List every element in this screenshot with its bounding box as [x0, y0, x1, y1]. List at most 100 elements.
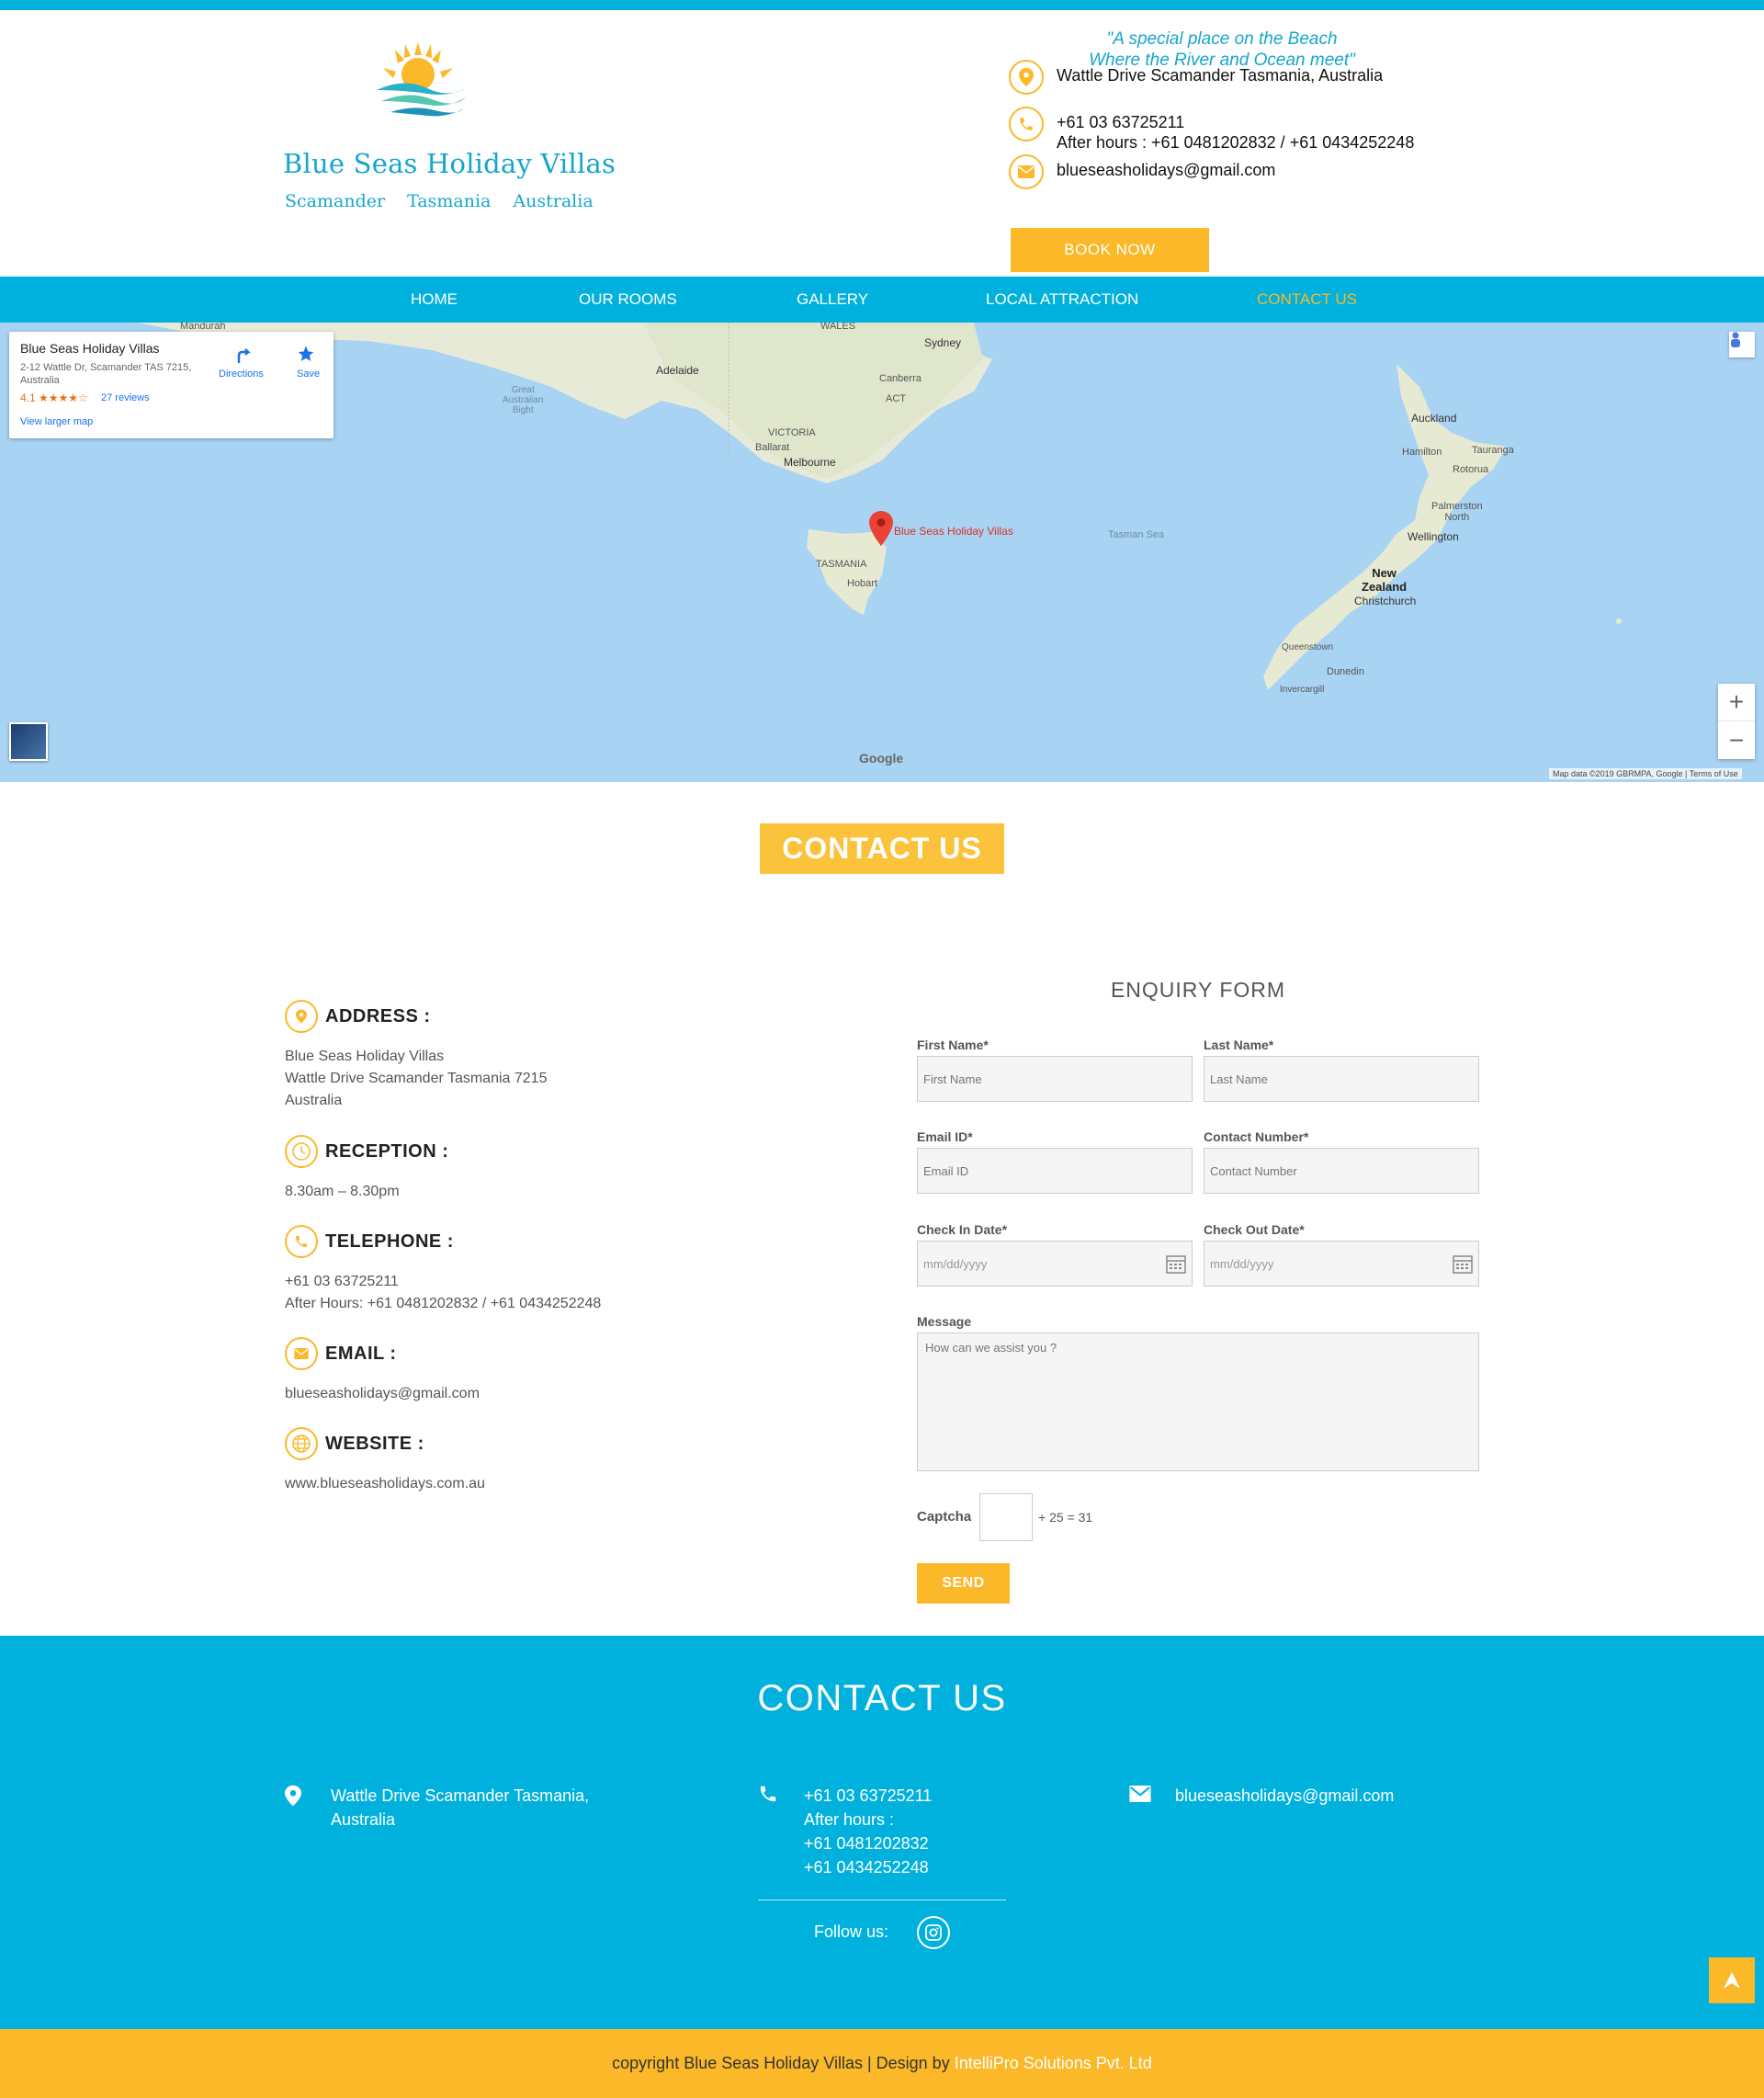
- street-view-pegman-icon[interactable]: [1729, 332, 1755, 357]
- header-email: blueseasholidays@gmail.com: [1009, 154, 1275, 189]
- logo-subtitle: Scamander Tasmania Australia: [285, 191, 610, 211]
- nav-home[interactable]: HOME: [411, 290, 458, 309]
- nav-local-attraction[interactable]: LOCAL ATTRACTION: [986, 290, 1138, 309]
- address-line-2: Wattle Drive Scamander Tasmania 7215: [285, 1071, 548, 1086]
- last-name-input[interactable]: [1204, 1056, 1479, 1102]
- location-pin-icon: [1009, 60, 1044, 95]
- check-in-date-input[interactable]: mm/dd/yyyy: [917, 1241, 1193, 1287]
- view-larger-map-link[interactable]: View larger map: [20, 416, 93, 427]
- message-textarea[interactable]: [917, 1333, 1479, 1471]
- captcha-input[interactable]: [979, 1493, 1033, 1541]
- map-label-victoria: VICTORIA: [768, 427, 816, 438]
- site-logo[interactable]: Blue Seas Holiday Villas Scamander Tasma…: [276, 33, 616, 217]
- map-label-tasmania: TASMANIA: [816, 559, 867, 570]
- logo-sub-australia: Australia: [513, 191, 594, 211]
- check-out-label: Check Out Date*: [1204, 1222, 1305, 1237]
- reception-hours: 8.30am – 8.30pm: [285, 1184, 400, 1199]
- footer-phone-line-4[interactable]: +61 0434252248: [804, 1855, 932, 1879]
- map-marker-icon[interactable]: [869, 511, 893, 546]
- header-after-hours: After hours : +61 0481202832 / +61 04342…: [1057, 133, 1415, 152]
- contact-number-input[interactable]: [1204, 1148, 1479, 1194]
- map-label-great-bight: Great Australian Bight: [503, 385, 544, 415]
- google-map[interactable]: Blue Seas Holiday Villas 2-12 Wattle Dr,…: [0, 323, 1764, 782]
- check-out-date-input[interactable]: mm/dd/yyyy: [1204, 1241, 1479, 1287]
- footer-phone-line-3[interactable]: +61 0481202832: [804, 1831, 932, 1855]
- logo-sub-scamander: Scamander: [285, 191, 386, 211]
- map-label-melbourne: Melbourne: [784, 456, 836, 469]
- map-label-ballarat: Ballarat: [755, 442, 790, 453]
- logo-title: Blue Seas Holiday Villas: [283, 148, 616, 179]
- instagram-icon[interactable]: [917, 1916, 950, 1949]
- email-input[interactable]: [917, 1148, 1193, 1194]
- nav-contact-us[interactable]: CONTACT US: [1257, 290, 1357, 309]
- footer-phone-line-1[interactable]: +61 03 63725211: [804, 1784, 932, 1808]
- footer-address: Wattle Drive Scamander Tasmania, Austral…: [285, 1784, 589, 1831]
- map-place-name: Blue Seas Holiday Villas: [20, 341, 160, 356]
- nav-gallery[interactable]: GALLERY: [797, 290, 868, 309]
- first-name-input[interactable]: [917, 1056, 1193, 1102]
- telephone-line-1[interactable]: +61 03 63725211: [285, 1271, 601, 1293]
- map-label-wellington: Wellington: [1408, 530, 1459, 543]
- map-label-canberra: Canberra: [879, 373, 922, 384]
- send-button[interactable]: SEND: [917, 1563, 1010, 1604]
- message-label: Message: [917, 1314, 972, 1329]
- mail-icon: [1009, 154, 1044, 189]
- map-place-card: Blue Seas Holiday Villas 2-12 Wattle Dr,…: [9, 332, 334, 438]
- info-reception: RECEPTION : 8.30am – 8.30pm: [285, 1135, 448, 1203]
- footer-contact-title: CONTACT US: [757, 1678, 1007, 1718]
- map-attribution[interactable]: Map data ©2019 GBRMPA, Google | Terms of…: [1549, 768, 1742, 779]
- email-heading: EMAIL :: [325, 1343, 397, 1364]
- nav-our-rooms[interactable]: OUR ROOMS: [579, 290, 677, 309]
- reception-heading: RECEPTION :: [325, 1140, 449, 1162]
- logo-sub-tasmania: Tasmania: [407, 191, 492, 211]
- save-link[interactable]: Save: [297, 369, 320, 380]
- designer-link[interactable]: IntelliPro Solutions Pvt. Ltd: [955, 2054, 1152, 2072]
- calendar-icon[interactable]: [1166, 1253, 1186, 1274]
- map-label-wales: WALES: [820, 323, 856, 332]
- satellite-toggle[interactable]: [9, 722, 48, 761]
- map-label-rotorua: Rotorua: [1453, 464, 1489, 475]
- address-line-1: Blue Seas Holiday Villas: [285, 1049, 445, 1064]
- email-label: Email ID*: [917, 1129, 973, 1144]
- map-label-act: ACT: [886, 393, 906, 404]
- map-reviews-link[interactable]: 27 reviews: [101, 392, 150, 403]
- main-nav: HOME OUR ROOMS GALLERY LOCAL ATTRACTION …: [0, 277, 1764, 323]
- telephone-line-2: After Hours: +61 0481202832 / +61 043425…: [285, 1296, 602, 1311]
- follow-us-label: Follow us:: [814, 1922, 889, 1941]
- map-label-sydney: Sydney: [924, 336, 962, 349]
- website-url[interactable]: www.blueseasholidays.com.au: [285, 1473, 485, 1495]
- address-heading: ADDRESS :: [325, 1005, 431, 1026]
- star-save-icon[interactable]: [297, 345, 315, 363]
- map-label-tauranga: Tauranga: [1472, 445, 1514, 456]
- footer-email-text[interactable]: blueseasholidays@gmail.com: [1175, 1784, 1394, 1809]
- calendar-icon[interactable]: [1453, 1253, 1473, 1274]
- back-to-top-button[interactable]: [1709, 1957, 1755, 2003]
- directions-icon[interactable]: [235, 346, 254, 365]
- map-label-invercargill: Invercargill: [1280, 685, 1325, 695]
- phone-icon: [758, 1784, 786, 1879]
- map-marker-label[interactable]: Blue Seas Holiday Villas: [894, 525, 1013, 538]
- map-label-new-zealand: New Zealand: [1362, 566, 1408, 594]
- directions-link[interactable]: Directions: [219, 369, 264, 380]
- top-accent-bar: [0, 0, 1764, 10]
- clock-icon: [285, 1135, 318, 1168]
- map-label-adelaide: Adelaide: [656, 364, 699, 377]
- footer-phone: +61 03 63725211 After hours : +61 048120…: [758, 1784, 932, 1879]
- map-label-dunedin: Dunedin: [1327, 666, 1364, 677]
- info-telephone: TELEPHONE : +61 03 63725211 After Hours:…: [285, 1225, 601, 1315]
- telephone-heading: TELEPHONE :: [325, 1230, 454, 1252]
- book-now-button[interactable]: BOOK NOW: [1011, 228, 1209, 272]
- footer-phone-line-2: After hours :: [804, 1810, 895, 1829]
- zoom-out-button[interactable]: −: [1718, 721, 1755, 759]
- info-email: EMAIL : blueseasholidays@gmail.com: [285, 1337, 480, 1405]
- zoom-in-button[interactable]: +: [1718, 684, 1755, 721]
- header-email-text[interactable]: blueseasholidays@gmail.com: [1057, 160, 1275, 180]
- location-pin-icon: [285, 1000, 318, 1033]
- last-name-label: Last Name*: [1204, 1038, 1274, 1052]
- map-place-address: 2-12 Wattle Dr, Scamander TAS 7215, Aust…: [20, 362, 192, 386]
- header-phone: +61 03 63725211 After hours : +61 048120…: [1009, 107, 1414, 153]
- enquiry-form-title: ENQUIRY FORM: [1110, 978, 1286, 1002]
- tagline-line-1: "A special place on the Beach: [1106, 29, 1338, 49]
- header-phone-number[interactable]: +61 03 63725211: [1057, 112, 1414, 132]
- email-address[interactable]: blueseasholidays@gmail.com: [285, 1383, 480, 1405]
